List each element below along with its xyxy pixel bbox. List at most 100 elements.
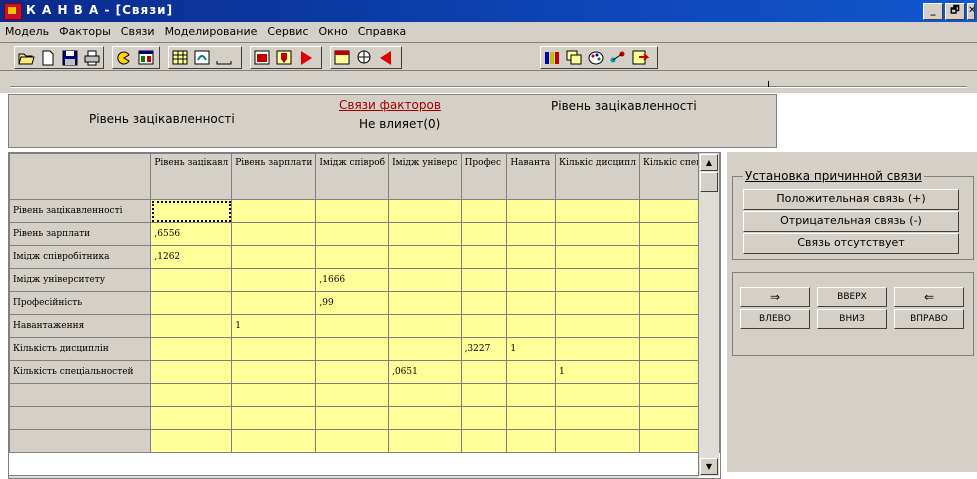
matrix-cell[interactable] <box>231 199 317 223</box>
matrix-cell[interactable]: 1 <box>555 360 640 384</box>
matrix-cell[interactable] <box>506 406 557 430</box>
matrix-cell[interactable] <box>150 199 233 223</box>
matrix-cell[interactable] <box>555 291 640 315</box>
matrix-cell[interactable] <box>315 314 390 338</box>
matrix-cell[interactable] <box>150 406 233 430</box>
minimize-button[interactable]: _ <box>923 3 943 20</box>
restore-button[interactable]: 🗗 <box>945 3 965 20</box>
row-header[interactable]: Рівень зацікавленності <box>9 199 152 223</box>
matrix-cell[interactable] <box>460 383 508 407</box>
matrix-cell[interactable] <box>555 337 640 361</box>
matrix-cell[interactable] <box>315 383 390 407</box>
matrix-cell[interactable] <box>460 291 508 315</box>
matrix-cell[interactable] <box>555 314 640 338</box>
matrix-cell[interactable] <box>150 383 233 407</box>
swirl-icon[interactable] <box>192 48 212 67</box>
matrix-cell[interactable] <box>231 245 317 269</box>
matrix-cell[interactable]: ,1666 <box>315 268 390 292</box>
matrix-cell[interactable] <box>460 314 508 338</box>
matrix-cell[interactable] <box>150 314 233 338</box>
matrix-cell[interactable] <box>231 337 317 361</box>
row-header[interactable]: Кількість спеціальностей <box>9 360 152 384</box>
positive-link-button[interactable]: Положительная связь (+) <box>743 189 959 210</box>
matrix-cell[interactable] <box>506 383 557 407</box>
row-header[interactable]: Імідж університету <box>9 268 152 292</box>
menu-service[interactable]: Сервис <box>262 22 313 38</box>
column-header[interactable]: Профес <box>460 153 508 200</box>
matrix-cell[interactable] <box>315 199 390 223</box>
matrix-cell[interactable] <box>388 199 462 223</box>
matrix-cell[interactable] <box>555 199 640 223</box>
grid-red-icon[interactable] <box>332 48 352 67</box>
row-header[interactable]: Імідж співробітника <box>9 245 152 269</box>
matrix-cell[interactable]: 1 <box>231 314 317 338</box>
matrix-cell[interactable] <box>555 222 640 246</box>
matrix-cell[interactable] <box>506 314 557 338</box>
menu-factors[interactable]: Факторы <box>54 22 116 38</box>
row-header[interactable]: Професійність <box>9 291 152 315</box>
palette-icon[interactable] <box>586 48 606 67</box>
matrix-cell[interactable] <box>150 337 233 361</box>
right-button[interactable]: ВПРАВО <box>894 309 964 329</box>
column-header[interactable]: Рівень зацікавл <box>150 153 233 200</box>
matrix-cell[interactable] <box>231 291 317 315</box>
matrix-cell[interactable] <box>150 429 233 453</box>
drop-icon[interactable] <box>274 48 294 67</box>
matrix-cell[interactable] <box>506 199 557 223</box>
arrow-left-button[interactable]: ⇐ <box>894 287 964 307</box>
matrix-cell[interactable] <box>388 314 462 338</box>
matrix-cell[interactable] <box>388 222 462 246</box>
save-icon[interactable] <box>60 48 80 67</box>
matrix-cell[interactable] <box>315 360 390 384</box>
print-icon[interactable] <box>82 48 102 67</box>
matrix-cell[interactable] <box>388 429 462 453</box>
window-copy-icon[interactable] <box>564 48 584 67</box>
matrix-cell[interactable] <box>506 291 557 315</box>
matrix-cell[interactable] <box>460 406 508 430</box>
matrix-cell[interactable] <box>315 245 390 269</box>
column-header[interactable]: Наванта <box>506 153 557 200</box>
negative-link-button[interactable]: Отрицательная связь (-) <box>743 211 959 232</box>
scroll-up-icon[interactable]: ▲ <box>700 154 718 171</box>
play-left-icon[interactable] <box>376 48 396 67</box>
matrix-cell[interactable] <box>231 406 317 430</box>
matrix-cell[interactable] <box>555 429 640 453</box>
horizontal-scrollbar[interactable] <box>9 475 698 478</box>
matrix-cell[interactable] <box>315 406 390 430</box>
factor-links-link[interactable]: Связи факторов <box>339 98 441 112</box>
up-button[interactable]: ВВЕРХ <box>817 287 887 307</box>
column-header[interactable]: Кількіс дисципл <box>555 153 640 200</box>
row-header[interactable]: Навантаження <box>9 314 152 338</box>
matrix-cell[interactable] <box>506 268 557 292</box>
scroll-thumb[interactable] <box>700 172 718 192</box>
row-header[interactable]: Рівень зарплати <box>9 222 152 246</box>
close-button[interactable]: ✕ <box>967 3 975 20</box>
menu-window[interactable]: Окно <box>314 22 353 38</box>
matrix-cell[interactable] <box>460 245 508 269</box>
matrix-cell[interactable] <box>150 360 233 384</box>
matrix-cell[interactable] <box>388 337 462 361</box>
left-button[interactable]: ВЛЕВО <box>740 309 810 329</box>
arrow-right-button[interactable]: ⇒ <box>740 287 810 307</box>
matrix-cell[interactable] <box>388 291 462 315</box>
menu-help[interactable]: Справка <box>353 22 411 38</box>
matrix-cell[interactable] <box>460 199 508 223</box>
row-header[interactable] <box>9 406 152 430</box>
matrix-cell[interactable] <box>231 222 317 246</box>
matrix-cell[interactable]: ,0651 <box>388 360 462 384</box>
matrix-cell[interactable] <box>460 429 508 453</box>
vertical-scrollbar[interactable]: ▲ ▼ <box>698 153 719 476</box>
nodes-icon[interactable] <box>608 48 628 67</box>
row-header[interactable] <box>9 429 152 453</box>
scroll-down-icon[interactable]: ▼ <box>700 458 718 475</box>
matrix-cell[interactable]: 1 <box>506 337 557 361</box>
matrix-cell[interactable] <box>150 268 233 292</box>
down-button[interactable]: ВНИЗ <box>817 309 887 329</box>
matrix-cell[interactable]: ,3227 <box>460 337 508 361</box>
matrix-cell[interactable] <box>231 360 317 384</box>
matrix-cell[interactable]: ,1262 <box>150 245 233 269</box>
row-header[interactable] <box>9 383 152 407</box>
globe-icon[interactable] <box>354 48 374 67</box>
row-header[interactable]: Кількість дисциплін <box>9 337 152 361</box>
matrix-cell[interactable] <box>506 245 557 269</box>
